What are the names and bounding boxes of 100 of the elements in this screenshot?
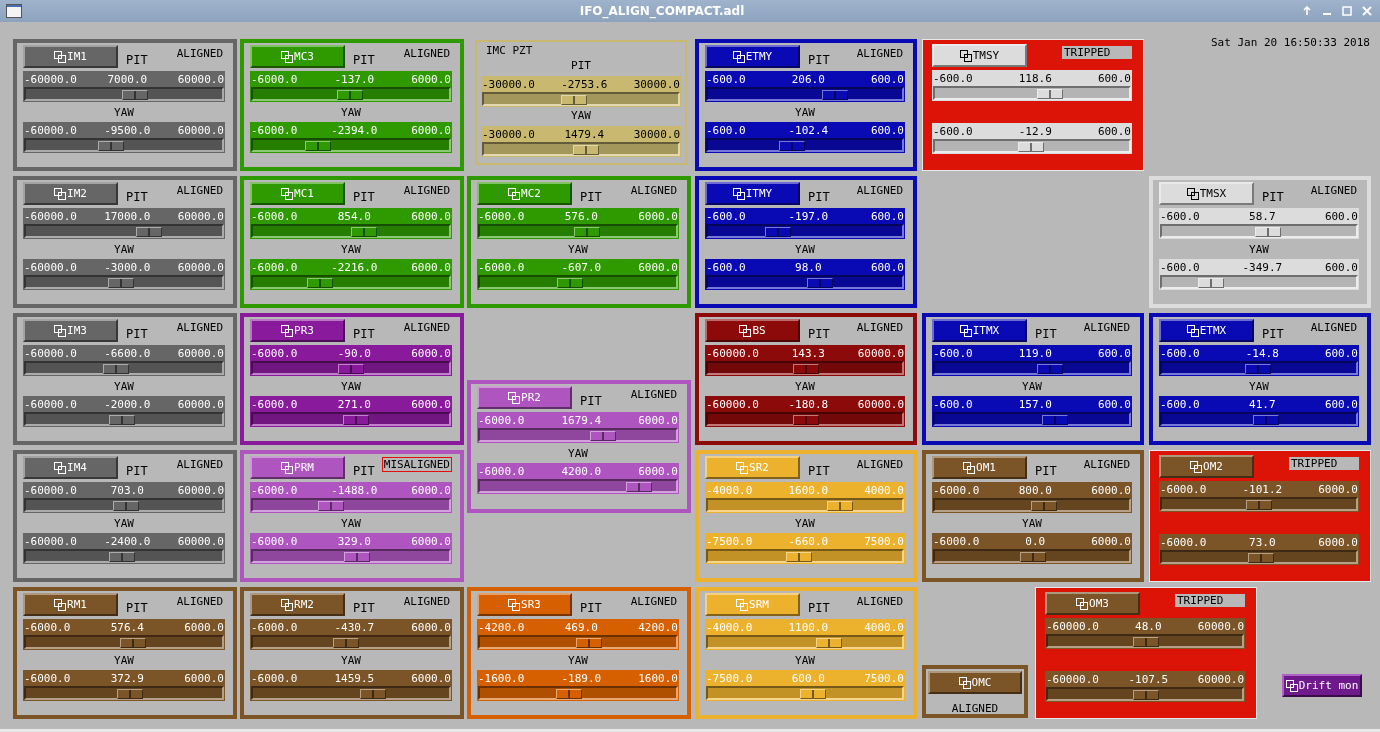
- slider-track[interactable]: [933, 549, 1131, 563]
- slider-track[interactable]: [251, 412, 451, 426]
- related-display-button[interactable]: ITMY: [705, 182, 800, 205]
- slider-track[interactable]: [478, 635, 678, 649]
- slider-thumb[interactable]: [1245, 500, 1272, 510]
- slider-thumb[interactable]: [108, 552, 135, 562]
- related-display-button[interactable]: ETMY: [705, 45, 800, 68]
- slider-thumb[interactable]: [765, 227, 792, 237]
- slider-track[interactable]: [933, 86, 1131, 100]
- slider-track[interactable]: [706, 498, 904, 512]
- related-display-button[interactable]: OM3: [1045, 592, 1140, 615]
- slider-track[interactable]: [24, 635, 224, 649]
- slider-thumb[interactable]: [806, 278, 833, 288]
- related-display-button[interactable]: MC1: [250, 182, 345, 205]
- slider-thumb[interactable]: [109, 415, 136, 425]
- slider-track[interactable]: [251, 635, 451, 649]
- slider-track[interactable]: [24, 686, 224, 700]
- related-display-button[interactable]: PR2: [477, 386, 572, 409]
- slider-thumb[interactable]: [555, 689, 582, 699]
- slider-thumb[interactable]: [1244, 364, 1271, 374]
- slider-thumb[interactable]: [1020, 552, 1046, 562]
- slider-track[interactable]: [1160, 361, 1358, 375]
- slider-thumb[interactable]: [332, 638, 359, 648]
- related-display-button[interactable]: ITMX: [932, 319, 1027, 342]
- slider-thumb[interactable]: [342, 415, 369, 425]
- slider-track[interactable]: [478, 686, 678, 700]
- slider-track[interactable]: [933, 412, 1131, 426]
- slider-track[interactable]: [24, 412, 224, 426]
- slider-track[interactable]: [251, 87, 451, 101]
- slider-track[interactable]: [706, 635, 904, 649]
- related-display-button[interactable]: IM4: [23, 456, 118, 479]
- slider-thumb[interactable]: [778, 141, 805, 151]
- slider-track[interactable]: [251, 549, 451, 563]
- related-display-button[interactable]: RM2: [250, 593, 345, 616]
- slider-thumb[interactable]: [1042, 415, 1069, 425]
- slider-track[interactable]: [478, 428, 678, 442]
- slider-track[interactable]: [1160, 224, 1358, 238]
- slider-thumb[interactable]: [574, 227, 601, 237]
- related-display-button[interactable]: OMC: [928, 671, 1022, 694]
- related-display-button[interactable]: MC2: [477, 182, 572, 205]
- slider-track[interactable]: [251, 361, 451, 375]
- slider-thumb[interactable]: [1132, 690, 1159, 700]
- slider-thumb[interactable]: [792, 415, 819, 425]
- slider-track[interactable]: [478, 479, 678, 493]
- slider-track[interactable]: [24, 275, 224, 289]
- slider-thumb[interactable]: [337, 90, 364, 100]
- slider-thumb[interactable]: [793, 364, 820, 374]
- slider-track[interactable]: [933, 361, 1131, 375]
- slider-thumb[interactable]: [351, 227, 378, 237]
- slider-thumb[interactable]: [626, 482, 653, 492]
- slider-track[interactable]: [24, 224, 224, 238]
- slider-track[interactable]: [482, 92, 680, 106]
- slider-track[interactable]: [706, 412, 904, 426]
- slider-thumb[interactable]: [343, 552, 370, 562]
- slider-track[interactable]: [251, 138, 451, 152]
- slider-thumb[interactable]: [575, 638, 602, 648]
- related-display-button[interactable]: BS: [705, 319, 800, 342]
- related-display-button[interactable]: TMSY: [932, 44, 1027, 67]
- slider-thumb[interactable]: [1036, 364, 1063, 374]
- slider-track[interactable]: [478, 224, 678, 238]
- related-display-button[interactable]: PRM: [250, 456, 345, 479]
- slider-thumb[interactable]: [98, 141, 125, 151]
- slider-thumb[interactable]: [107, 278, 134, 288]
- slider-track[interactable]: [933, 139, 1131, 153]
- slider-track[interactable]: [1046, 634, 1244, 648]
- slider-thumb[interactable]: [304, 141, 331, 151]
- slider-thumb[interactable]: [102, 364, 129, 374]
- slider-thumb[interactable]: [117, 689, 144, 699]
- slider-track[interactable]: [706, 138, 904, 152]
- slider-thumb[interactable]: [1031, 501, 1058, 511]
- related-display-button[interactable]: SR3: [477, 593, 572, 616]
- slider-track[interactable]: [478, 275, 678, 289]
- slider-thumb[interactable]: [337, 364, 364, 374]
- slider-thumb[interactable]: [307, 278, 334, 288]
- slider-thumb[interactable]: [113, 501, 140, 511]
- slider-track[interactable]: [706, 87, 904, 101]
- related-display-button[interactable]: OM2: [1159, 455, 1254, 478]
- slider-thumb[interactable]: [1133, 637, 1159, 647]
- related-display-button[interactable]: IM1: [23, 45, 118, 68]
- slider-thumb[interactable]: [557, 278, 584, 288]
- slider-track[interactable]: [706, 686, 904, 700]
- slider-track[interactable]: [251, 275, 451, 289]
- slider-track[interactable]: [24, 87, 224, 101]
- slider-track[interactable]: [251, 224, 451, 238]
- slider-track[interactable]: [24, 498, 224, 512]
- slider-track[interactable]: [24, 138, 224, 152]
- slider-track[interactable]: [706, 361, 904, 375]
- drift-monitor-button[interactable]: Drift mon: [1282, 674, 1362, 697]
- slider-thumb[interactable]: [822, 90, 849, 100]
- related-display-button[interactable]: ETMX: [1159, 319, 1254, 342]
- slider-track[interactable]: [24, 549, 224, 563]
- slider-thumb[interactable]: [1248, 553, 1274, 563]
- related-display-button[interactable]: OM1: [932, 456, 1027, 479]
- slider-thumb[interactable]: [590, 431, 617, 441]
- related-display-button[interactable]: TMSX: [1159, 182, 1254, 205]
- slider-track[interactable]: [1160, 497, 1358, 511]
- slider-track[interactable]: [24, 361, 224, 375]
- slider-thumb[interactable]: [121, 90, 148, 100]
- slider-track[interactable]: [1160, 550, 1358, 564]
- slider-track[interactable]: [706, 549, 904, 563]
